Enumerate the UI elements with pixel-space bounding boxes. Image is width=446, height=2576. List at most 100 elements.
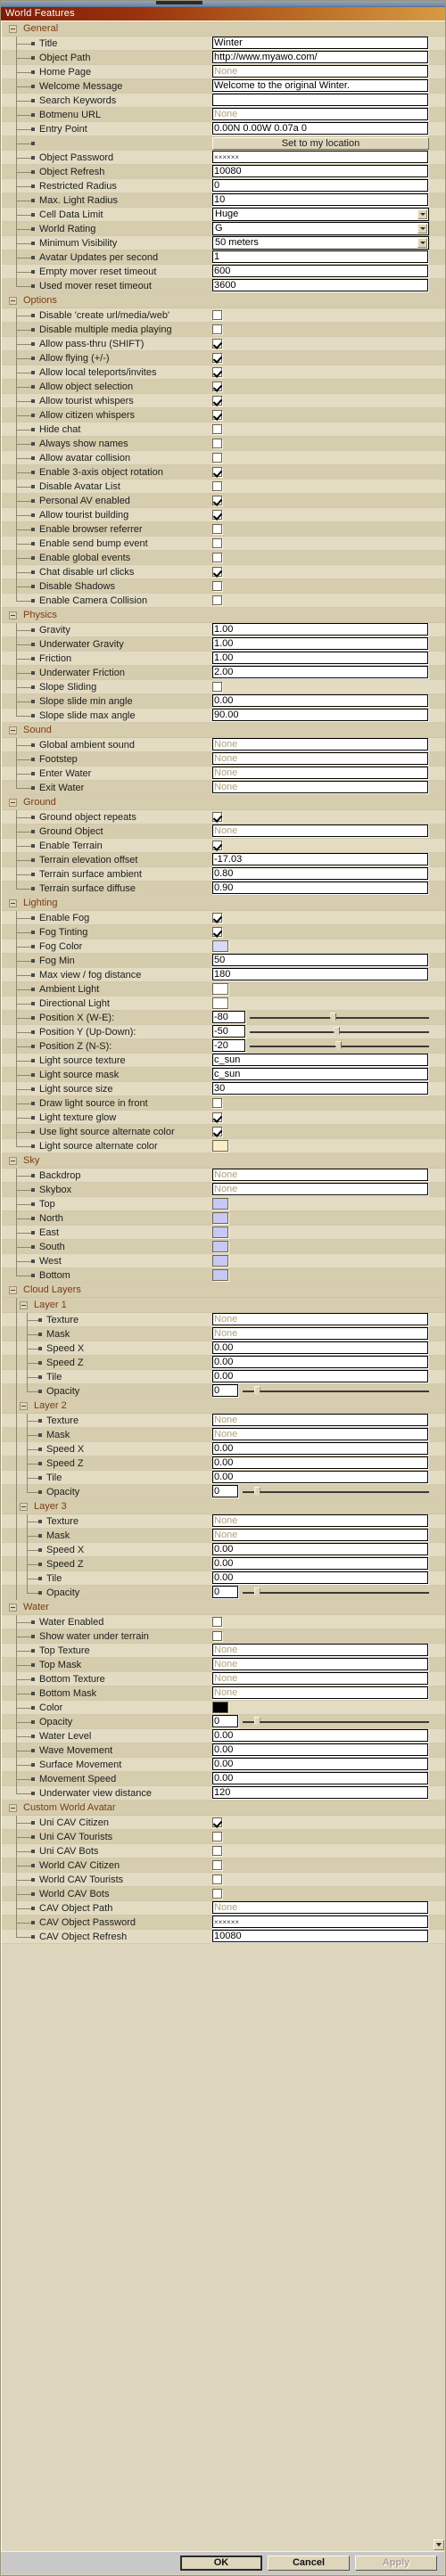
welcome-message-input[interactable]: Welcome to the original Winter.	[212, 79, 428, 92]
ok-button[interactable]: OK	[180, 2555, 262, 2571]
water-enabled-checkbox[interactable]	[212, 1617, 222, 1627]
disable-shadows-checkbox[interactable]	[212, 581, 222, 591]
terrain-elevation-offset-input[interactable]: -17.03	[212, 853, 428, 866]
position-z-n-s-slider[interactable]	[250, 1040, 429, 1053]
enable-fog-checkbox[interactable]	[212, 913, 222, 923]
opacity-slider[interactable]	[243, 1716, 429, 1728]
light-texture-glow-checkbox[interactable]	[212, 1112, 222, 1122]
speed-z-input[interactable]: 0.00	[212, 1557, 428, 1570]
group-header-cloud-layers[interactable]: Cloud Layers	[2, 1283, 445, 1298]
cav-object-password-input[interactable]: ××××××	[212, 1916, 428, 1928]
collapse-expander-icon[interactable]	[9, 1157, 17, 1165]
terrain-surface-diffuse-input[interactable]: 0.90	[212, 882, 428, 894]
always-show-names-checkbox[interactable]	[212, 439, 222, 448]
chat-disable-url-clicks-checkbox[interactable]	[212, 567, 222, 577]
position-x-w-e-input[interactable]: -80	[212, 1011, 245, 1023]
slider-thumb[interactable]	[330, 1012, 337, 1023]
slope-slide-max-angle-input[interactable]: 90.00	[212, 709, 428, 721]
skybox-input[interactable]: None	[212, 1183, 428, 1195]
surface-movement-input[interactable]: 0.00	[212, 1758, 428, 1770]
fog-color-color-swatch[interactable]	[212, 940, 228, 952]
object-password-input[interactable]: ××××××	[212, 151, 428, 163]
color-color-swatch[interactable]	[212, 1702, 228, 1713]
cav-object-refresh-input[interactable]: 10080	[212, 1930, 428, 1942]
speed-z-input[interactable]: 0.00	[212, 1456, 428, 1469]
opacity-input[interactable]: 0	[212, 1384, 238, 1397]
collapse-expander-icon[interactable]	[9, 799, 17, 807]
water-level-input[interactable]: 0.00	[212, 1729, 428, 1742]
entry-point-input[interactable]: 0.00N 0.00W 0.07a 0	[212, 122, 428, 135]
speed-z-input[interactable]: 0.00	[212, 1356, 428, 1368]
ground-object-input[interactable]: None	[212, 824, 428, 837]
bottom-mask-input[interactable]: None	[212, 1686, 428, 1699]
mask-input[interactable]: None	[212, 1529, 428, 1541]
used-mover-reset-timeout-input[interactable]: 3600	[212, 279, 428, 291]
enable-send-bump-event-checkbox[interactable]	[212, 538, 222, 548]
world-cav-citizen-checkbox[interactable]	[212, 1860, 222, 1870]
slider-thumb[interactable]	[334, 1026, 341, 1038]
enter-water-input[interactable]: None	[212, 767, 428, 779]
group-header-layer-3[interactable]: Layer 3	[2, 1499, 445, 1514]
north-color-swatch[interactable]	[212, 1212, 228, 1224]
south-color-swatch[interactable]	[212, 1241, 228, 1252]
cav-object-path-input[interactable]: None	[212, 1901, 428, 1914]
collapse-expander-icon[interactable]	[9, 1604, 17, 1612]
title-input[interactable]: Winter	[212, 37, 428, 49]
group-header-lighting[interactable]: Lighting	[2, 896, 445, 911]
apply-button[interactable]: Apply	[355, 2555, 437, 2571]
tile-input[interactable]: 0.00	[212, 1571, 428, 1584]
world-cav-bots-checkbox[interactable]	[212, 1889, 222, 1899]
light-source-mask-input[interactable]: c_sun	[212, 1068, 428, 1080]
slider-thumb[interactable]	[253, 1486, 260, 1497]
collapse-expander-icon[interactable]	[9, 726, 17, 734]
collapse-expander-icon[interactable]	[9, 611, 17, 619]
wave-movement-input[interactable]: 0.00	[212, 1743, 428, 1756]
texture-input[interactable]: None	[212, 1414, 428, 1426]
group-header-sound[interactable]: Sound	[2, 723, 445, 738]
terrain-surface-ambient-input[interactable]: 0.80	[212, 867, 428, 880]
allow-citizen-whispers-checkbox[interactable]	[212, 410, 222, 420]
opacity-slider[interactable]	[243, 1385, 429, 1398]
top-mask-input[interactable]: None	[212, 1658, 428, 1670]
max-view-fog-distance-input[interactable]: 180	[212, 968, 428, 980]
object-path-input[interactable]: http://www.myawo.com/	[212, 51, 428, 63]
speed-x-input[interactable]: 0.00	[212, 1543, 428, 1555]
hide-chat-checkbox[interactable]	[212, 424, 222, 434]
uni-cav-bots-checkbox[interactable]	[212, 1846, 222, 1856]
slope-slide-min-angle-input[interactable]: 0.00	[212, 694, 428, 707]
allow-pass-thru-shift-checkbox[interactable]	[212, 339, 222, 349]
disable-avatar-list-checkbox[interactable]	[212, 481, 222, 491]
enable-browser-referrer-checkbox[interactable]	[212, 524, 222, 534]
tile-input[interactable]: 0.00	[212, 1471, 428, 1483]
footstep-input[interactable]: None	[212, 752, 428, 765]
allow-tourist-building-checkbox[interactable]	[212, 510, 222, 520]
collapse-expander-icon[interactable]	[9, 1286, 17, 1294]
personal-av-enabled-checkbox[interactable]	[212, 496, 222, 505]
allow-object-selection-checkbox[interactable]	[212, 381, 222, 391]
position-z-n-s-input[interactable]: -20	[212, 1039, 245, 1052]
group-header-ground[interactable]: Ground	[2, 795, 445, 810]
group-header-sky[interactable]: Sky	[2, 1153, 445, 1169]
group-header-general[interactable]: General	[2, 21, 445, 37]
group-header-options[interactable]: Options	[2, 293, 445, 308]
object-refresh-input[interactable]: 10080	[212, 165, 428, 177]
west-color-swatch[interactable]	[212, 1255, 228, 1267]
opacity-slider[interactable]	[243, 1486, 429, 1498]
backdrop-input[interactable]: None	[212, 1169, 428, 1181]
group-header-physics[interactable]: Physics	[2, 608, 445, 623]
speed-x-input[interactable]: 0.00	[212, 1442, 428, 1455]
collapse-expander-icon[interactable]	[20, 1402, 28, 1410]
speed-x-input[interactable]: 0.00	[212, 1341, 428, 1354]
slider-thumb[interactable]	[253, 1385, 260, 1397]
botmenu-url-input[interactable]: None	[212, 108, 428, 120]
slope-sliding-checkbox[interactable]	[212, 682, 222, 692]
mask-input[interactable]: None	[212, 1428, 428, 1440]
collapse-expander-icon[interactable]	[20, 1503, 28, 1511]
empty-mover-reset-timeout-input[interactable]: 600	[212, 265, 428, 277]
max-light-radius-input[interactable]: 10	[212, 193, 428, 206]
avatar-updates-per-second-input[interactable]: 1	[212, 250, 428, 263]
disable-create-url-media-web-checkbox[interactable]	[212, 310, 222, 320]
ground-object-repeats-checkbox[interactable]	[212, 812, 222, 822]
bottom-texture-input[interactable]: None	[212, 1672, 428, 1685]
chevron-down-icon[interactable]	[417, 238, 427, 248]
